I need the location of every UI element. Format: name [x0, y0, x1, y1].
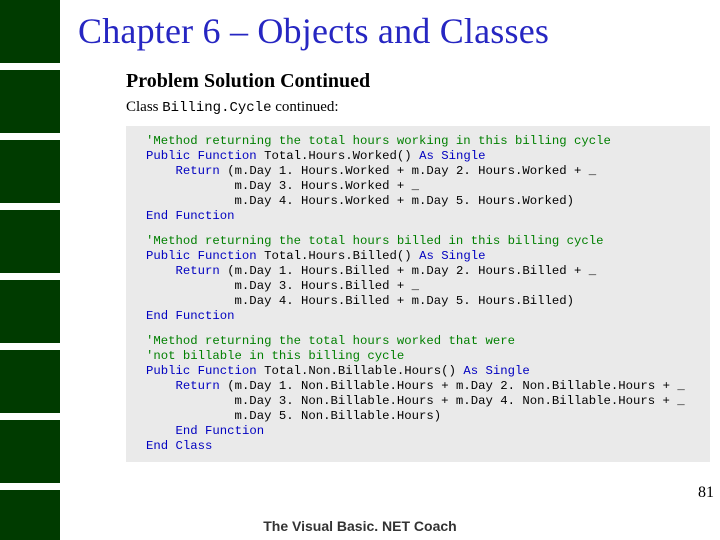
code-text: (m.Day 1. Non.Billable.Hours + m.Day 2. …: [220, 379, 685, 393]
keyword: As Single: [419, 149, 485, 163]
content-area: Chapter 6 – Objects and Classes Problem …: [78, 10, 710, 462]
keyword: Public Function: [146, 249, 257, 263]
keyword: Return: [176, 264, 220, 278]
keyword: End Class: [146, 439, 212, 453]
code-box: 'Method returning the total hours workin…: [126, 126, 710, 462]
keyword: As Single: [419, 249, 485, 263]
slide: Chapter 6 – Objects and Classes Problem …: [0, 0, 720, 540]
keyword: Return: [176, 379, 220, 393]
keyword: Public Function: [146, 149, 257, 163]
comment: 'Method returning the total hours workin…: [146, 134, 611, 148]
code-block-2: 'Method returning the total hours billed…: [146, 234, 702, 324]
keyword: Public Function: [146, 364, 257, 378]
code-text: m.Day 4. Hours.Worked + m.Day 5. Hours.W…: [146, 194, 574, 208]
keyword: End Function: [146, 309, 235, 323]
slide-title: Chapter 6 – Objects and Classes: [78, 10, 710, 52]
page-number: 81: [698, 484, 714, 502]
code-text: (m.Day 1. Hours.Billed + m.Day 2. Hours.…: [220, 264, 596, 278]
code-block-3: 'Method returning the total hours worked…: [146, 334, 702, 454]
code-text: m.Day 3. Hours.Billed + _: [146, 279, 419, 293]
code-text: m.Day 5. Non.Billable.Hours): [146, 409, 441, 423]
intro-classname: Billing.Cycle: [162, 100, 271, 116]
code-text: m.Day 4. Hours.Billed + m.Day 5. Hours.B…: [146, 294, 574, 308]
comment: 'Method returning the total hours worked…: [146, 334, 515, 348]
bar-segment: [0, 70, 60, 133]
comment: 'Method returning the total hours billed…: [146, 234, 604, 248]
bar-segment: [0, 140, 60, 203]
keyword: End Function: [146, 209, 235, 223]
bar-segment: [0, 350, 60, 413]
keyword: Return: [176, 164, 220, 178]
bar-segment: [0, 0, 60, 63]
code-text: Total.Non.Billable.Hours(): [257, 364, 464, 378]
keyword: As Single: [463, 364, 529, 378]
code-text: Total.Hours.Worked(): [257, 149, 419, 163]
code-text: m.Day 3. Non.Billable.Hours + m.Day 4. N…: [146, 394, 685, 408]
code-block-1: 'Method returning the total hours workin…: [146, 134, 702, 224]
subheading: Problem Solution Continued: [126, 70, 710, 93]
code-text: m.Day 3. Hours.Worked + _: [146, 179, 419, 193]
bar-segment: [0, 210, 60, 273]
intro-prefix: Class: [126, 99, 162, 115]
code-text: Total.Hours.Billed(): [257, 249, 419, 263]
keyword: End Function: [176, 424, 265, 438]
footer-text: The Visual Basic. NET Coach: [0, 518, 720, 534]
comment: 'not billable in this billing cycle: [146, 349, 404, 363]
bar-segment: [0, 280, 60, 343]
code-text: (m.Day 1. Hours.Worked + m.Day 2. Hours.…: [220, 164, 596, 178]
bar-segment: [0, 420, 60, 483]
intro-suffix: continued:: [271, 99, 338, 115]
left-decor-bar: [0, 0, 60, 540]
intro-line: Class Billing.Cycle continued:: [126, 99, 710, 116]
